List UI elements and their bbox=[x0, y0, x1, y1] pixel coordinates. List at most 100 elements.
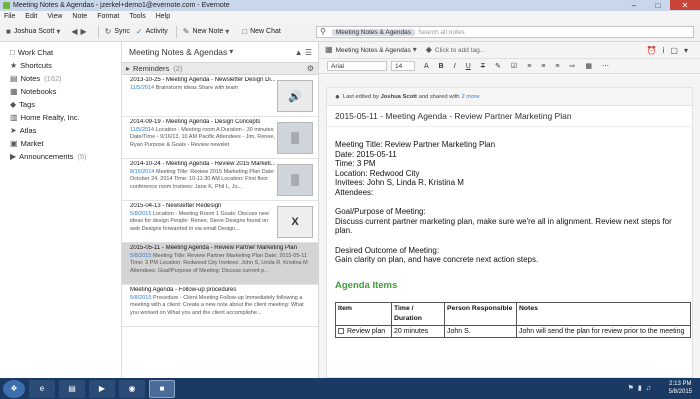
note-list-item[interactable]: 2014-10-24 - Meeting Agenda - Review 201… bbox=[122, 159, 318, 201]
text-color-icon[interactable]: A bbox=[424, 63, 429, 70]
search-scope-chip[interactable]: Meeting Notes & Agendas bbox=[331, 28, 416, 36]
bold-icon[interactable]: B bbox=[439, 63, 444, 70]
activity-button[interactable]: ✓ Activity bbox=[136, 27, 168, 36]
menu-file[interactable]: File bbox=[4, 13, 15, 20]
cell-text: Review plan bbox=[347, 327, 386, 335]
evernote-taskbar-icon[interactable]: ■ bbox=[149, 379, 175, 398]
menu-help[interactable]: Help bbox=[156, 13, 170, 20]
note-document[interactable]: ● Last edited by Joshua Scott and shared… bbox=[326, 87, 693, 378]
table-cell[interactable]: John will send the plan for review prior… bbox=[516, 324, 691, 339]
sidebar-item-home-realty[interactable]: ▥ Home Realty, Inc. bbox=[0, 111, 121, 124]
media-player-icon[interactable]: ▶ bbox=[89, 379, 115, 398]
sidebar-item-notebooks[interactable]: ▦ Notebooks bbox=[0, 85, 121, 98]
system-clock[interactable]: 2:13 PM 5/8/2015 bbox=[669, 380, 692, 396]
numbered-list-icon[interactable]: ≡ bbox=[541, 63, 545, 70]
note-list-item[interactable]: 2013-10-25 - Meeting Agenda - Newsletter… bbox=[122, 75, 318, 117]
font-size-select[interactable]: 14 bbox=[391, 61, 415, 71]
underline-icon[interactable]: U bbox=[466, 63, 471, 70]
invitees-line: Invitees: John S, Linda R, Kristina M bbox=[335, 178, 464, 188]
notebook-title[interactable]: Meeting Notes & Agendas bbox=[129, 47, 227, 57]
search-input[interactable]: Search all notes bbox=[418, 29, 465, 36]
reminders-count: (2) bbox=[173, 64, 183, 73]
menu-edit[interactable]: Edit bbox=[25, 13, 37, 20]
add-tag-input[interactable]: Click to add tag... bbox=[435, 47, 485, 54]
menu-format[interactable]: Format bbox=[97, 13, 119, 20]
sidebar-item-label: Market bbox=[20, 139, 44, 148]
sync-button[interactable]: ↻ Sync bbox=[105, 27, 130, 36]
list-actions: ▲ ☰ bbox=[295, 48, 312, 57]
table-cell[interactable]: Review plan bbox=[335, 324, 392, 339]
note-list-item[interactable]: Meeting Agenda - Follow-up procedures 5/… bbox=[122, 285, 318, 327]
back-icon[interactable]: ◀ bbox=[71, 27, 77, 36]
note-snippet: 8/15/2014 Meeting Title: Review 2015 Mar… bbox=[130, 169, 275, 191]
share-icon[interactable]: ▲ bbox=[295, 48, 303, 57]
note-list-item-selected[interactable]: 2015-05-11 - Meeting Agenda - Review Par… bbox=[122, 243, 318, 285]
checkbox-icon[interactable]: ☑ bbox=[511, 62, 517, 70]
sidebar-item-notes[interactable]: ▤ Notes (162) bbox=[0, 72, 121, 85]
note-list-item[interactable]: 2014-09-19 - Meeting Agenda - Design Con… bbox=[122, 117, 318, 159]
more-icon[interactable]: ▾ bbox=[684, 46, 694, 55]
strikethrough-icon[interactable]: T bbox=[481, 63, 485, 70]
maximize-button[interactable]: □ bbox=[646, 0, 670, 10]
bullet-list-icon[interactable]: ≡ bbox=[527, 63, 531, 70]
sidebar-item-work-chat[interactable]: □ Work Chat bbox=[0, 46, 121, 59]
system-tray: ⚑▮♫ bbox=[628, 384, 655, 392]
file-explorer-icon[interactable]: ▤ bbox=[59, 379, 85, 398]
menu-note[interactable]: Note bbox=[72, 13, 87, 20]
note-body-text[interactable]: Meeting Title: Review Partner Marketing … bbox=[327, 127, 692, 339]
share-icon[interactable]: ▢ bbox=[670, 46, 684, 55]
sidebar-item-atlas[interactable]: ➤ Atlas bbox=[0, 124, 121, 137]
table-cell[interactable]: 20 minutes bbox=[391, 324, 445, 339]
flag-icon[interactable]: ⚑ bbox=[628, 385, 638, 392]
sidebar-item-announcements[interactable]: ▶ Announcements (5) bbox=[0, 150, 121, 163]
sidebar-item-label: Notes bbox=[20, 74, 41, 83]
sidebar-item-label: Home Realty, Inc. bbox=[20, 113, 80, 122]
note-notebook-selector[interactable]: Meeting Notes & Agendas bbox=[336, 47, 411, 54]
view-options-icon[interactable]: ☰ bbox=[305, 48, 312, 57]
highlight-icon[interactable]: ✎ bbox=[495, 62, 501, 70]
table-cell[interactable]: John S. bbox=[444, 324, 517, 339]
chrome-icon[interactable]: ◉ bbox=[119, 379, 145, 398]
more-format-icon[interactable]: ⋯ bbox=[602, 62, 609, 70]
note-date: 5/8/2015 bbox=[130, 253, 152, 259]
italic-icon[interactable]: I bbox=[454, 63, 456, 70]
agenda-table[interactable]: Item Time / Duration Person Responsible … bbox=[335, 302, 691, 339]
minimize-button[interactable]: – bbox=[622, 0, 646, 10]
sidebar-item-market[interactable]: ▣ Market bbox=[0, 137, 121, 150]
collapse-icon[interactable]: ▸ bbox=[126, 64, 130, 73]
note-title: 2013-10-25 - Meeting Agenda - Newsletter… bbox=[130, 77, 275, 83]
close-button[interactable]: ✕ bbox=[670, 0, 700, 10]
network-icon[interactable]: ▮ bbox=[638, 385, 646, 392]
search-bar[interactable]: ⚲ Meeting Notes & Agendas Search all not… bbox=[316, 26, 694, 38]
shared-info-bar: ● Last edited by Joshua Scott and shared… bbox=[327, 88, 692, 106]
sidebar-item-tags[interactable]: ◆ Tags bbox=[0, 98, 121, 111]
account-name: Joshua Scott bbox=[13, 28, 55, 35]
table-icon[interactable]: ▦ bbox=[585, 62, 592, 70]
forward-icon[interactable]: ▶ bbox=[80, 27, 86, 36]
shared-with-link[interactable]: 2 more bbox=[462, 94, 480, 100]
chevron-down-icon[interactable]: ▾ bbox=[413, 46, 417, 54]
clock-date: 5/8/2015 bbox=[668, 389, 692, 395]
align-icon[interactable]: ≡ bbox=[555, 63, 559, 70]
menu-view[interactable]: View bbox=[47, 13, 62, 20]
new-note-button[interactable]: ✎ New Note ▾ bbox=[183, 27, 232, 36]
reminder-icon[interactable]: ⏰ bbox=[647, 46, 663, 55]
checkbox[interactable] bbox=[338, 327, 344, 334]
note-title: 2015-04-13 - Newsletter Redesign bbox=[130, 203, 222, 209]
internet-explorer-icon[interactable]: e bbox=[29, 379, 55, 398]
new-chat-button[interactable]: □ New Chat bbox=[242, 27, 281, 36]
account-button[interactable]: ■ Joshua Scott ▾ bbox=[6, 27, 63, 36]
sidebar-item-shortcuts[interactable]: ★ Shortcuts bbox=[0, 59, 121, 72]
menu-tools[interactable]: Tools bbox=[129, 13, 145, 20]
gear-icon[interactable]: ⚙ bbox=[307, 64, 314, 73]
reminders-bar[interactable]: ▸ Reminders (2) ⚙ bbox=[122, 62, 318, 75]
volume-icon[interactable]: ♫ bbox=[646, 385, 655, 392]
note-list-item[interactable]: 2015-04-13 - Newsletter Redesign 5/8/201… bbox=[122, 201, 318, 243]
note-title-input[interactable]: 2015-05-11 - Meeting Agenda - Review Par… bbox=[327, 106, 692, 127]
shared-label: and shared with bbox=[418, 93, 460, 100]
start-button[interactable]: ❖ bbox=[3, 379, 25, 398]
font-family-select[interactable]: Arial bbox=[327, 61, 387, 71]
indent-icon[interactable]: ⇨ bbox=[569, 62, 575, 70]
outcome-heading: Desired Outcome of Meeting: bbox=[335, 245, 440, 255]
chevron-down-icon[interactable]: ▾ bbox=[229, 48, 233, 56]
